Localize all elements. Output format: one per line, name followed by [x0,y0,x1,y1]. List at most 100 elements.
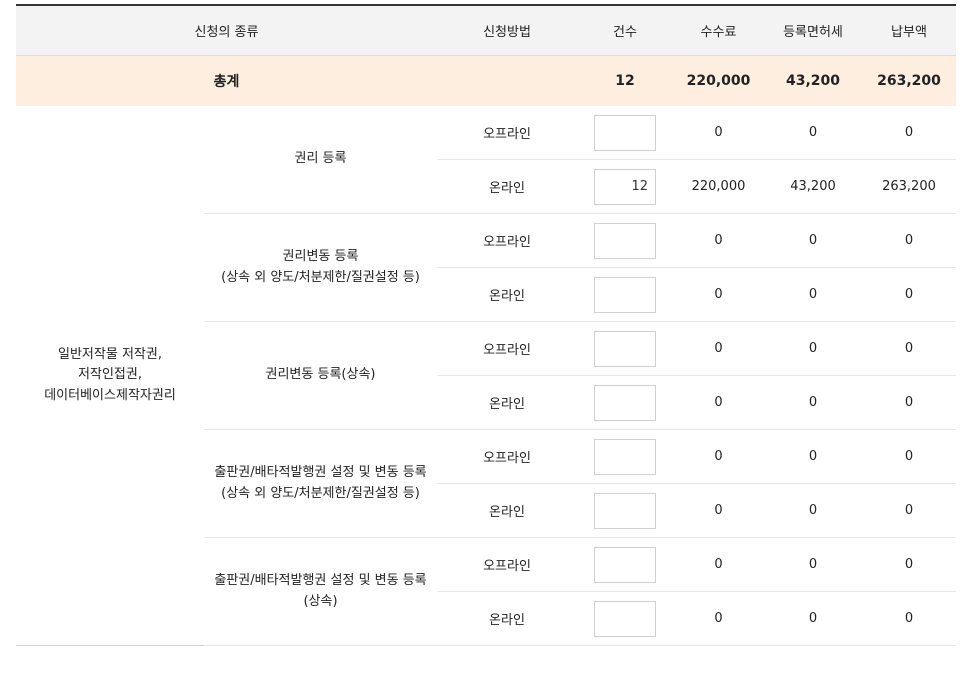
total-fee: 220,000 [673,55,764,106]
payment-cell: 0 [862,591,956,646]
method-label: 온라인 [489,289,525,304]
payment-cell: 263,200 [862,159,956,214]
tax-cell: 0 [764,375,862,430]
tax-cell: 0 [764,267,862,322]
count-input[interactable] [594,222,656,259]
header-registration-tax: 등록면허세 [764,5,862,56]
count-input[interactable] [594,384,656,421]
application-type-sublabel: (상속) [303,593,338,609]
count-cell [577,591,673,646]
method-label: 온라인 [489,181,525,196]
payment-cell: 0 [862,375,956,430]
application-type-label: 출판권/배타적발행권 설정 및 변동 등록 [214,572,427,588]
count-input[interactable] [594,546,656,583]
header-fee: 수수료 [673,5,764,56]
header-application-method: 신청방법 [437,5,577,56]
count-input[interactable] [594,168,656,205]
total-payment-amount: 263,200 [862,55,956,106]
count-input[interactable] [594,492,656,529]
method-label: 오프라인 [483,451,531,466]
method-label: 온라인 [489,613,525,628]
payment-cell: 0 [862,267,956,322]
fee-cell: 0 [673,591,764,646]
fee-cell: 220,000 [673,159,764,214]
total-count: 12 [577,55,673,106]
application-type-cell: 권리변동 등록(상속) [204,321,437,430]
count-input[interactable] [594,114,656,151]
fee-cell: 0 [673,375,764,430]
tax-cell: 0 [764,483,862,538]
application-type-sublabel: (상속 외 양도/처분제한/질권설정 등) [221,485,420,501]
tax-cell: 0 [764,106,862,160]
application-type-label: 출판권/배타적발행권 설정 및 변동 등록 [214,464,427,480]
fee-calculation-table: 신청의 종류 신청방법 건수 수수료 등록면허세 납부액 총계 12 220,0… [16,4,956,646]
method-label: 오프라인 [483,559,531,574]
application-type-cell: 출판권/배타적발행권 설정 및 변동 등록 (상속 외 양도/처분제한/질권설정… [204,429,437,538]
payment-cell: 0 [862,321,956,376]
method-label: 오프라인 [483,127,531,142]
method-cell: 오프라인 [437,537,577,592]
category-cell: 일반저작물 저작권, 저작인접권, 데이터베이스제작자권리 [16,106,204,646]
category-line: 저작인접권, [78,367,142,383]
payment-cell: 0 [862,537,956,592]
payment-cell: 0 [862,429,956,484]
count-input[interactable] [594,438,656,475]
total-method-empty [437,55,577,106]
tax-cell: 0 [764,321,862,376]
payment-cell: 0 [862,213,956,268]
category-line: 일반저작물 저작권, [58,347,162,363]
method-cell: 온라인 [437,267,577,322]
method-cell: 온라인 [437,483,577,538]
header-payment-amount: 납부액 [862,5,956,56]
application-type-label: 권리 등록 [294,151,347,167]
count-cell [577,213,673,268]
count-input[interactable] [594,276,656,313]
method-cell: 온라인 [437,591,577,646]
tax-cell: 0 [764,429,862,484]
count-input[interactable] [594,600,656,637]
application-type-cell: 출판권/배타적발행권 설정 및 변동 등록 (상속) [204,537,437,646]
count-cell [577,267,673,322]
method-cell: 오프라인 [437,213,577,268]
payment-cell: 0 [862,483,956,538]
method-cell: 오프라인 [437,429,577,484]
method-label: 온라인 [489,397,525,412]
count-cell [577,429,673,484]
tax-cell: 0 [764,213,862,268]
header-row: 신청의 종류 신청방법 건수 수수료 등록면허세 납부액 [16,5,956,56]
table-row: 일반저작물 저작권, 저작인접권, 데이터베이스제작자권리 권리 등록 오프라인… [16,106,956,403]
fee-cell: 0 [673,321,764,376]
application-type-cell: 권리 등록 [204,106,437,214]
header-application-type: 신청의 종류 [16,5,437,56]
fee-cell: 0 [673,429,764,484]
method-cell: 온라인 [437,375,577,430]
application-type-cell: 권리변동 등록 (상속 외 양도/처분제한/질권설정 등) [204,213,437,322]
count-cell [577,537,673,592]
tax-cell: 43,200 [764,159,862,214]
count-cell [577,321,673,376]
header-count: 건수 [577,5,673,56]
count-input[interactable] [594,330,656,367]
count-cell [577,483,673,538]
method-label: 오프라인 [483,343,531,358]
fee-cell: 0 [673,537,764,592]
fee-cell: 0 [673,267,764,322]
total-label: 총계 [16,55,437,106]
category-line: 데이터베이스제작자권리 [44,387,176,403]
method-label: 오프라인 [483,235,531,250]
application-type-label: 권리변동 등록(상속) [265,367,376,383]
fee-cell: 0 [673,106,764,160]
total-row: 총계 12 220,000 43,200 263,200 [16,55,956,106]
count-cell [577,106,673,160]
total-registration-tax: 43,200 [764,55,862,106]
fee-cell: 0 [673,483,764,538]
count-cell [577,159,673,214]
method-label: 온라인 [489,505,525,520]
method-cell: 온라인 [437,159,577,214]
tax-cell: 0 [764,591,862,646]
tax-cell: 0 [764,537,862,592]
application-type-sublabel: (상속 외 양도/처분제한/질권설정 등) [221,269,420,285]
count-cell [577,375,673,430]
application-type-label: 권리변동 등록 [282,248,359,264]
method-cell: 오프라인 [437,106,577,160]
